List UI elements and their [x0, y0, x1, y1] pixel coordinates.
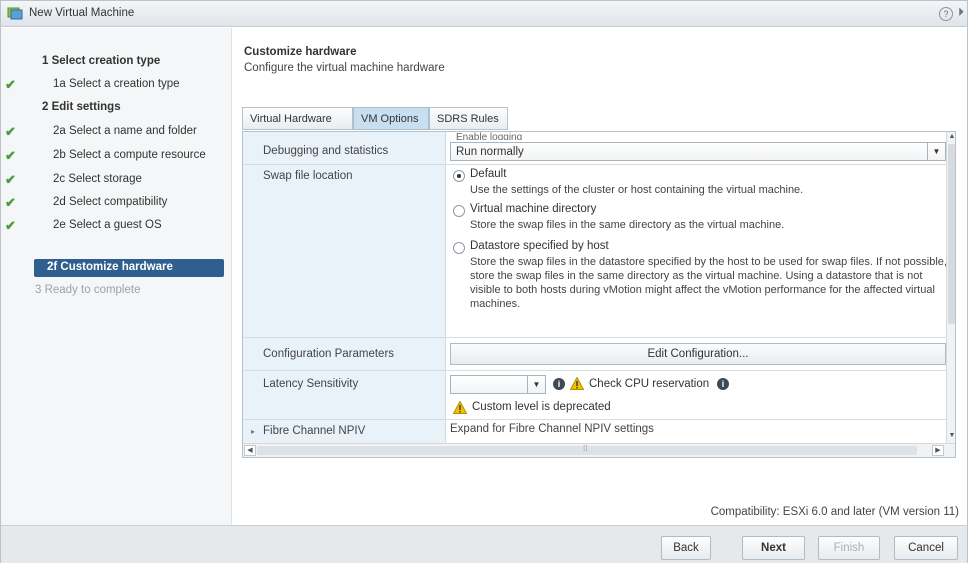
- step-edit-settings[interactable]: 2 Edit settings: [1, 98, 232, 118]
- swap-datastore-desc: Store the swap files in the datastore sp…: [470, 256, 947, 310]
- help-icon[interactable]: ?: [939, 7, 953, 21]
- step-customize-hardware[interactable]: 2f Customize hardware: [34, 259, 224, 277]
- step-label: 2c Select storage: [53, 173, 142, 185]
- step-label: 2a Select a name and folder: [53, 125, 197, 137]
- config-params-label: Configuration Parameters: [263, 348, 395, 360]
- next-button[interactable]: Next: [742, 536, 805, 560]
- step-select-name-and-folder[interactable]: ✔ 2a Select a name and folder: [1, 122, 232, 142]
- swap-datastore-radio[interactable]: [453, 242, 465, 254]
- debugging-select[interactable]: Run normally ▼: [450, 142, 946, 161]
- step-select-compute-resource[interactable]: ✔ 2b Select a compute resource: [1, 146, 232, 166]
- title-bar: New Virtual Machine ? ⏵: [1, 1, 967, 27]
- page-subtitle: Configure the virtual machine hardware: [244, 62, 445, 74]
- step-label: 2f Customize hardware: [47, 261, 173, 273]
- fibre-channel-value: Expand for Fibre Channel NPIV settings: [450, 423, 654, 435]
- grip-icon: ⁞⁞: [583, 444, 588, 453]
- tab-sdrs-rules[interactable]: SDRS Rules: [429, 107, 508, 130]
- step-label: 2 Edit settings: [42, 101, 121, 113]
- edit-configuration-button[interactable]: Edit Configuration...: [450, 343, 946, 365]
- checkmark-icon: ✔: [5, 124, 16, 139]
- vm-options-panel: Enable logging Debugging and statistics …: [242, 131, 956, 458]
- checkmark-icon: ✔: [5, 172, 16, 187]
- swap-vm-directory-desc: Store the swap files in the same directo…: [470, 219, 785, 231]
- info-icon[interactable]: i: [717, 378, 729, 390]
- warning-icon: [453, 401, 467, 414]
- page-title: Customize hardware: [244, 46, 357, 58]
- step-ready-to-complete: 3 Ready to complete: [1, 281, 232, 301]
- scroll-up-icon[interactable]: ▲: [947, 133, 955, 143]
- warning-icon: [570, 377, 584, 390]
- swap-datastore-title: Datastore specified by host: [470, 240, 609, 252]
- swap-default-radio[interactable]: [453, 170, 465, 182]
- custom-level-deprecated-text: Custom level is deprecated: [472, 401, 611, 413]
- step-label: 2d Select compatibility: [53, 196, 168, 208]
- debugging-value: Run normally: [456, 146, 524, 158]
- scroll-left-icon[interactable]: ◀: [244, 445, 256, 456]
- horizontal-scrollbar[interactable]: ◀ ⁞⁞ ▶: [243, 443, 955, 457]
- checkmark-icon: ✔: [5, 195, 16, 210]
- step-label: 2e Select a guest OS: [53, 219, 162, 231]
- main-content: Customize hardware Configure the virtual…: [233, 28, 967, 525]
- vertical-scrollbar[interactable]: ▲ ▼: [946, 132, 955, 443]
- wizard-steps-sidebar: 1 Select creation type ✔ 1a Select a cre…: [1, 28, 232, 525]
- dialog-footer: Back Next Finish Cancel: [1, 525, 967, 563]
- finish-button: Finish: [818, 536, 880, 560]
- cutoff-text: Enable logging: [456, 132, 523, 140]
- row-divider: [243, 370, 947, 371]
- new-vm-dialog: New Virtual Machine ? ⏵ 1 Select creatio…: [0, 0, 968, 563]
- window-title: New Virtual Machine: [29, 7, 135, 19]
- checkmark-icon: ✔: [5, 77, 16, 92]
- swap-default-title: Default: [470, 168, 507, 180]
- scroll-thumb[interactable]: [948, 144, 955, 324]
- scroll-down-icon[interactable]: ▼: [947, 432, 955, 442]
- row-divider: [243, 164, 947, 165]
- back-button[interactable]: Back: [661, 536, 711, 560]
- step-label: 2b Select a compute resource: [53, 149, 206, 161]
- virtual-machine-icon: [7, 7, 23, 20]
- swap-vm-directory-title: Virtual machine directory: [470, 203, 597, 215]
- checkmark-icon: ✔: [5, 148, 16, 163]
- step-select-storage[interactable]: ✔ 2c Select storage: [1, 170, 232, 190]
- debugging-label: Debugging and statistics: [263, 145, 389, 157]
- step-select-compatibility[interactable]: ✔ 2d Select compatibility: [1, 193, 232, 213]
- step-select-guest-os[interactable]: ✔ 2e Select a guest OS: [1, 216, 232, 236]
- scroll-right-icon[interactable]: ▶: [932, 445, 944, 456]
- collapse-icon[interactable]: ⏵: [958, 5, 964, 20]
- expand-arrow-icon[interactable]: ▸: [251, 427, 255, 436]
- step-label: 1 Select creation type: [42, 55, 161, 67]
- fibre-channel-label[interactable]: Fibre Channel NPIV: [263, 425, 365, 437]
- row-divider: [243, 419, 947, 420]
- chevron-down-icon: ▼: [927, 143, 945, 160]
- step-select-a-creation-type[interactable]: ✔ 1a Select a creation type: [1, 75, 232, 95]
- latency-select[interactable]: ▼: [450, 375, 546, 394]
- enable-logging-cutoff: Enable logging: [456, 132, 522, 140]
- swap-vm-directory-radio[interactable]: [453, 205, 465, 217]
- tab-vm-options[interactable]: VM Options: [353, 107, 429, 130]
- step-label: 3 Ready to complete: [35, 284, 141, 296]
- check-cpu-reservation-text: Check CPU reservation: [589, 378, 710, 390]
- step-select-creation-type[interactable]: 1 Select creation type: [1, 52, 232, 72]
- swap-default-desc: Use the settings of the cluster or host …: [470, 184, 804, 196]
- checkmark-icon: ✔: [5, 218, 16, 233]
- row-divider: [243, 337, 947, 338]
- latency-label: Latency Sensitivity: [263, 378, 359, 390]
- chevron-down-icon: ▼: [527, 376, 545, 393]
- compatibility-text: Compatibility: ESXi 6.0 and later (VM ve…: [710, 506, 959, 518]
- tab-virtual-hardware[interactable]: Virtual Hardware: [242, 107, 353, 130]
- cancel-button[interactable]: Cancel: [894, 536, 958, 560]
- swap-file-label: Swap file location: [263, 170, 353, 182]
- step-label: 1a Select a creation type: [53, 78, 180, 90]
- info-icon[interactable]: i: [553, 378, 565, 390]
